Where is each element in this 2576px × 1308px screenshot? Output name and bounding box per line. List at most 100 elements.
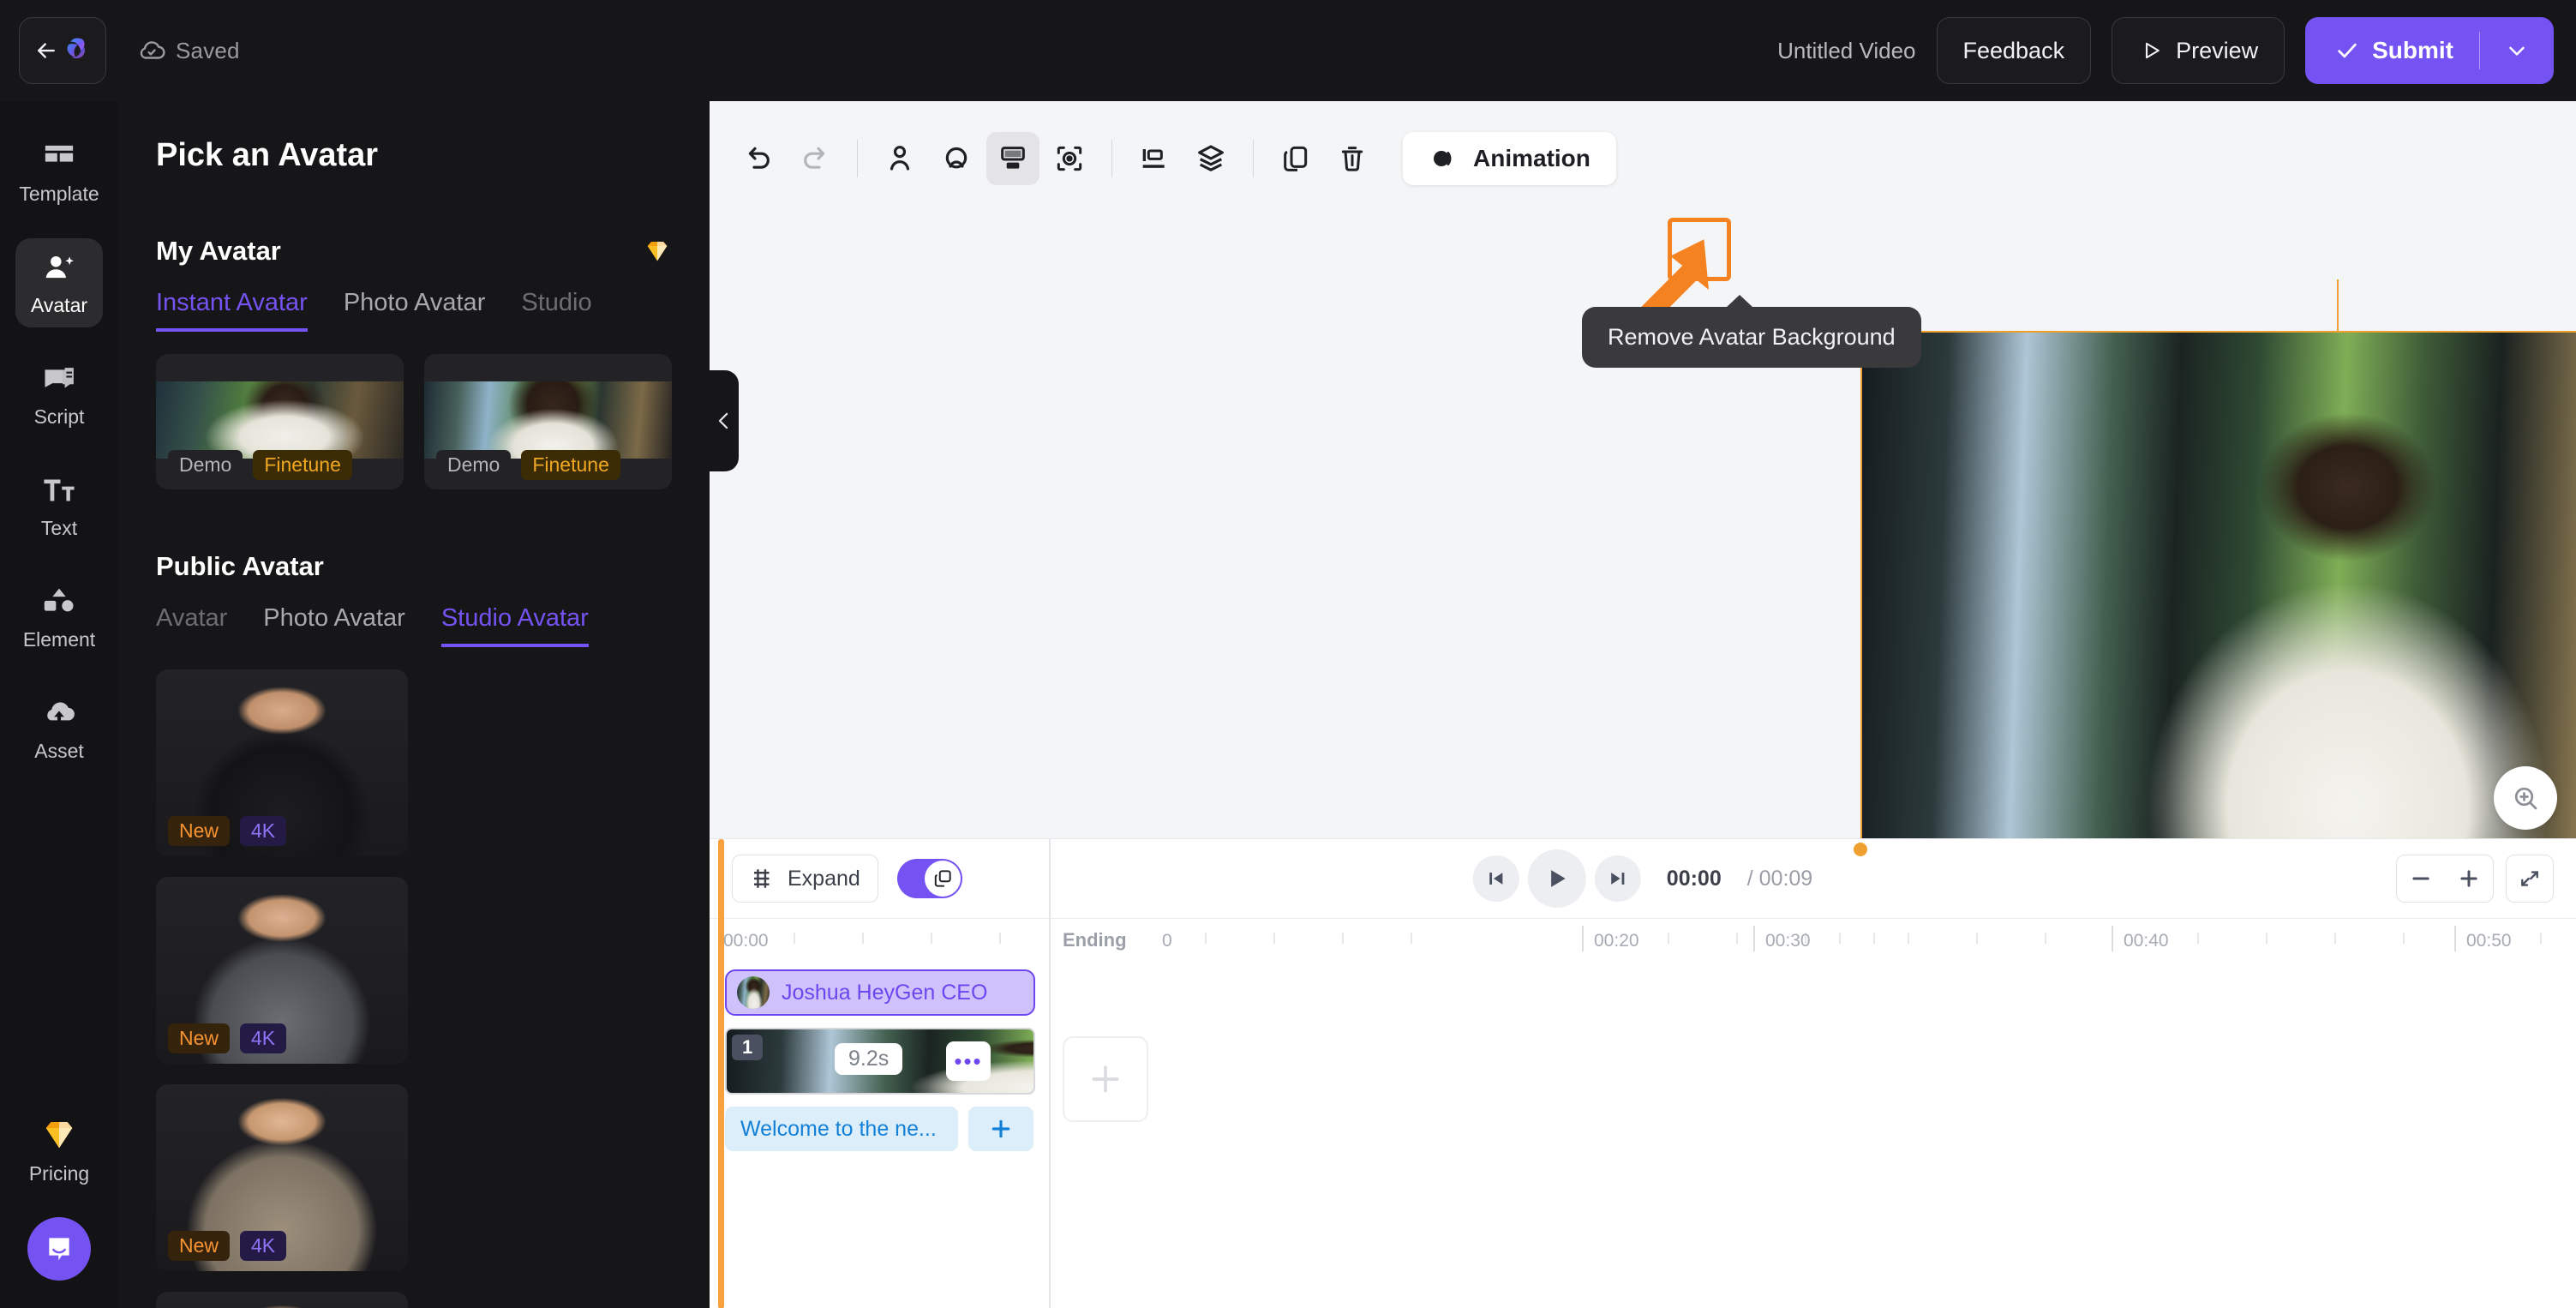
intercom-chat-button[interactable] xyxy=(27,1217,91,1281)
remove-avatar-background-button[interactable] xyxy=(986,132,1039,185)
sidebar-item-script[interactable]: Script xyxy=(15,350,103,439)
feedback-label: Feedback xyxy=(1962,37,2065,63)
playhead[interactable] xyxy=(718,839,724,1308)
feedback-button[interactable]: Feedback xyxy=(1936,17,2092,84)
preview-button[interactable]: Preview xyxy=(2112,17,2285,84)
align-button[interactable] xyxy=(1128,132,1181,185)
public-avatar-card[interactable]: New 4K xyxy=(156,1292,408,1308)
public-avatar-card[interactable]: New 4K xyxy=(156,1084,408,1271)
back-and-logo-button[interactable] xyxy=(19,17,106,84)
sidebar-item-element[interactable]: Element xyxy=(15,573,103,662)
link-scenes-toggle[interactable] xyxy=(896,859,962,898)
sidebar-item-text[interactable]: Text xyxy=(15,461,103,550)
my-avatar-grid: Demo Finetune Demo Finetune xyxy=(156,354,672,489)
timeline-ruler[interactable]: 00:00 Ending 0 00:20 00:30 00:40 00:50 xyxy=(710,918,2576,957)
avatar-style-button[interactable] xyxy=(930,132,983,185)
badge-4k: 4K xyxy=(240,1231,287,1261)
app-root: Saved Untitled Video Feedback Preview Su… xyxy=(0,0,2576,1308)
panel-collapse-button[interactable] xyxy=(710,370,739,471)
expand-tracks-button[interactable]: Expand xyxy=(732,855,878,903)
animation-button[interactable]: Animation xyxy=(1403,132,1616,185)
play-button[interactable] xyxy=(1527,849,1586,908)
canvas-toolbar: Animation xyxy=(732,132,1616,185)
script-chip[interactable]: Welcome to the ne... xyxy=(725,1107,958,1151)
sidebar-item-template[interactable]: Template xyxy=(15,127,103,216)
submit-button[interactable]: Submit xyxy=(2305,17,2479,84)
tab-public-studio-avatar[interactable]: Studio Avatar xyxy=(440,604,589,647)
badge-new: New xyxy=(168,816,231,846)
tab-studio[interactable]: Studio xyxy=(521,289,591,332)
focus-button[interactable] xyxy=(1043,132,1096,185)
avatar-thumbnail xyxy=(156,381,404,459)
my-avatar-card[interactable]: Demo Finetune xyxy=(424,354,672,489)
badge-finetune[interactable]: Finetune xyxy=(253,450,352,480)
timeline-zoom-out-button[interactable] xyxy=(2397,855,2445,903)
diamond-icon[interactable] xyxy=(643,237,672,266)
badge-finetune[interactable]: Finetune xyxy=(521,450,620,480)
canvas-stage: Animation Remove Avatar Background xyxy=(710,101,2576,856)
add-scene-button[interactable] xyxy=(1063,1036,1148,1122)
check-icon xyxy=(2338,43,2357,58)
clip-number: 1 xyxy=(732,1035,764,1060)
avatar-track-chip[interactable]: Joshua HeyGen CEO xyxy=(725,969,1035,1016)
timeline-zoom-in-button[interactable] xyxy=(2445,855,2493,903)
submit-dropdown-button[interactable] xyxy=(2480,17,2554,84)
sidebar-item-label: Text xyxy=(40,517,78,539)
badge-demo[interactable]: Demo xyxy=(168,450,243,480)
link-scenes-icon xyxy=(934,870,951,887)
cloud-check-icon xyxy=(140,41,165,59)
undo-button[interactable] xyxy=(732,132,785,185)
my-avatar-header: My Avatar xyxy=(156,236,672,267)
fit-to-screen-button[interactable] xyxy=(2506,855,2554,903)
badge-demo[interactable]: Demo xyxy=(436,450,512,480)
video-canvas[interactable]: HeyGen xyxy=(1860,331,2576,849)
badge-4k: 4K xyxy=(240,1023,287,1053)
resize-handle-bottom-left[interactable] xyxy=(1854,843,1867,856)
layers-button[interactable] xyxy=(1184,132,1237,185)
project-title[interactable]: Untitled Video xyxy=(1777,38,1915,64)
redo-button[interactable] xyxy=(788,132,842,185)
public-avatar-card[interactable]: New 4K xyxy=(156,877,408,1064)
timeline-panel: Expand 00:00 / 00:09 00:00 Ending 0 00:2… xyxy=(710,838,2576,1308)
chevron-down-icon xyxy=(2509,46,2525,56)
left-rail: Template Avatar Script Text Element Asse… xyxy=(0,101,118,1308)
delete-button[interactable] xyxy=(1326,132,1379,185)
clip-more-button[interactable]: ••• xyxy=(946,1041,991,1081)
public-avatar-card[interactable]: New 4K xyxy=(156,669,408,856)
skip-next-icon xyxy=(1611,873,1625,885)
avatar-person-icon xyxy=(45,255,74,279)
my-avatar-card[interactable]: Demo Finetune xyxy=(156,354,404,489)
sidebar-item-pricing[interactable]: Pricing xyxy=(15,1106,103,1195)
header-actions: Untitled Video Feedback Preview Submit xyxy=(1777,17,2554,84)
canvas-zoom-button[interactable] xyxy=(2494,766,2557,830)
skip-next-button[interactable] xyxy=(1594,855,1641,902)
align-icon xyxy=(1142,149,1165,168)
tab-photo-avatar[interactable]: Photo Avatar xyxy=(344,289,486,332)
play-icon xyxy=(1551,870,1566,887)
tab-public-photo-avatar[interactable]: Photo Avatar xyxy=(263,604,405,647)
add-script-button[interactable] xyxy=(968,1107,1033,1151)
timeline-zoom-controls xyxy=(2396,855,2554,903)
duplicate-button[interactable] xyxy=(1269,132,1322,185)
sidebar-item-label: Script xyxy=(33,405,85,428)
ruler-tick-label: 00:30 xyxy=(1765,931,1811,951)
avatar-person-icon xyxy=(890,146,910,171)
submit-button-group[interactable]: Submit xyxy=(2305,17,2554,84)
plus-icon xyxy=(1092,1065,1119,1093)
tab-instant-avatar[interactable]: Instant Avatar xyxy=(156,289,308,332)
plus-icon xyxy=(991,1119,1010,1138)
video-clip[interactable]: 1 9.2s ••• xyxy=(725,1028,1035,1095)
sidebar-item-asset[interactable]: Asset xyxy=(15,684,103,773)
sidebar-item-avatar[interactable]: Avatar xyxy=(15,238,103,327)
badge-new: New xyxy=(168,1023,231,1053)
alignment-guide xyxy=(2337,279,2339,333)
plus-icon xyxy=(2460,870,2477,887)
heygen-logo-icon xyxy=(67,38,86,59)
template-icon xyxy=(45,145,74,162)
panel-title: Pick an Avatar xyxy=(156,137,379,173)
skip-previous-button[interactable] xyxy=(1472,855,1519,902)
avatar-button[interactable] xyxy=(873,132,926,185)
skip-previous-icon xyxy=(1489,873,1503,885)
sidebar-item-label: Asset xyxy=(34,740,84,762)
tab-public-avatar[interactable]: Avatar xyxy=(156,604,227,647)
